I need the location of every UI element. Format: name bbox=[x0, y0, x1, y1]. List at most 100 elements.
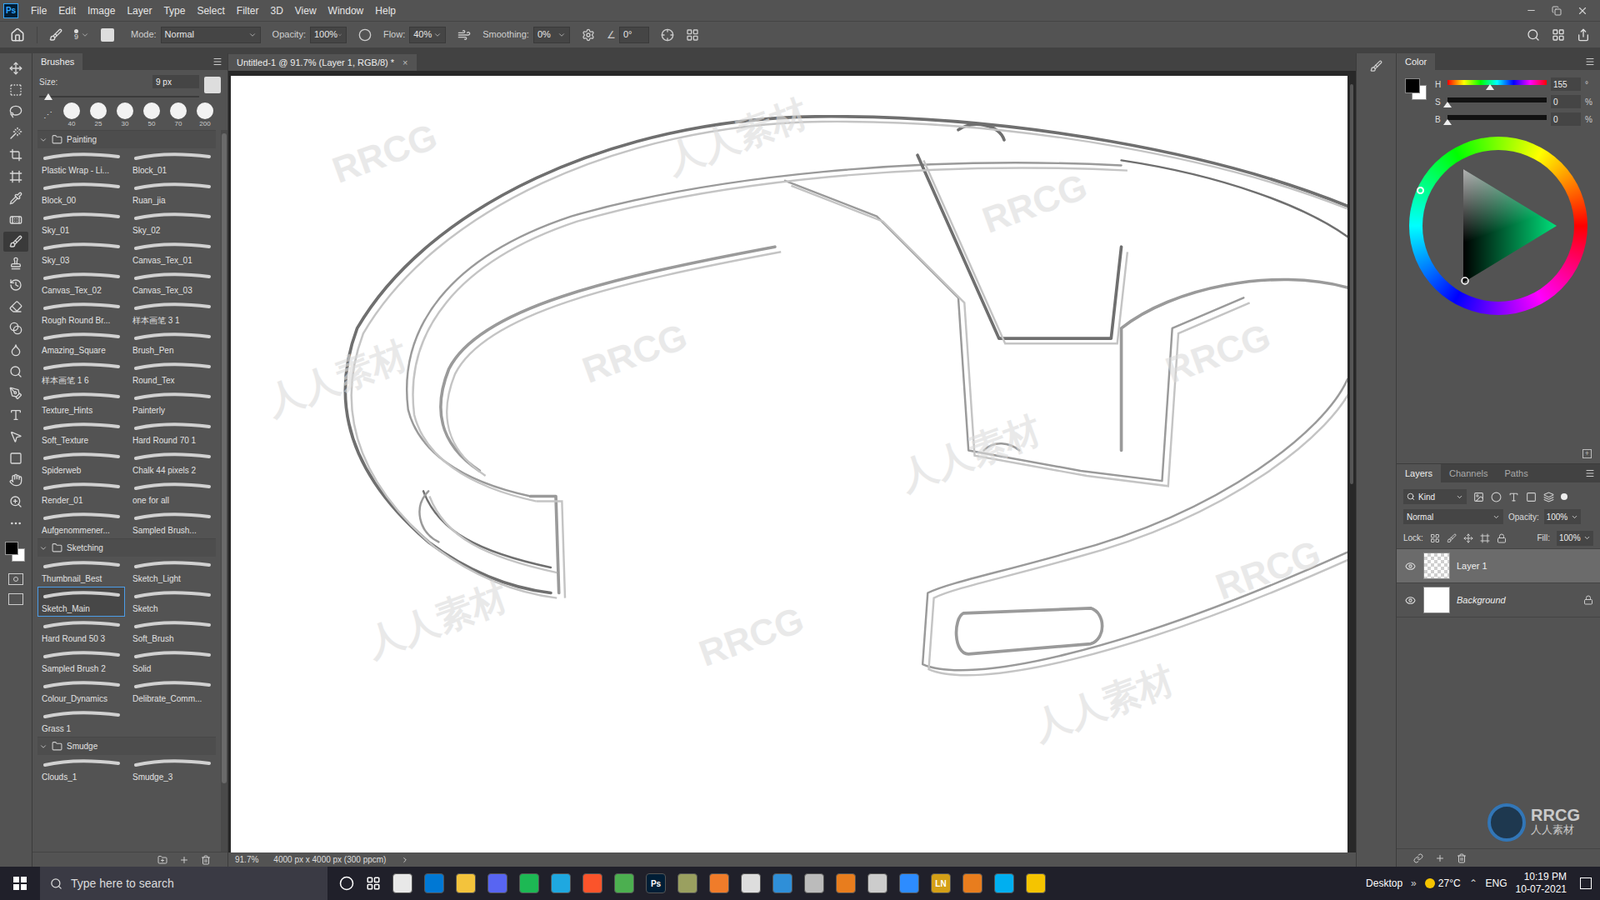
taskbar-app[interactable] bbox=[582, 873, 603, 894]
color-swatches[interactable] bbox=[1403, 76, 1429, 102]
brush-preset[interactable]: Solid bbox=[128, 646, 216, 677]
pressure-size-icon[interactable] bbox=[660, 28, 675, 42]
panel-menu-icon[interactable] bbox=[1585, 468, 1595, 479]
smart-filter-icon[interactable] bbox=[1543, 491, 1555, 503]
color-swatches[interactable] bbox=[3, 540, 29, 565]
menu-item[interactable]: View bbox=[289, 3, 323, 19]
taskbar-app[interactable] bbox=[519, 873, 540, 894]
shape-filter-icon[interactable] bbox=[1525, 491, 1537, 503]
brush-preset[interactable]: Sky_01 bbox=[37, 208, 125, 239]
brushes-tab[interactable]: Brushes bbox=[32, 53, 83, 70]
search-icon[interactable] bbox=[1526, 28, 1540, 42]
taskbar-app[interactable]: LN bbox=[930, 873, 951, 894]
layer-row[interactable]: Background bbox=[1396, 583, 1600, 618]
taskbar-app[interactable] bbox=[804, 873, 825, 894]
marquee-tool[interactable] bbox=[3, 80, 29, 100]
layer-row[interactable]: Layer 1 bbox=[1396, 549, 1600, 584]
brush-preset[interactable]: Soft_Texture bbox=[37, 418, 125, 449]
type-tool[interactable] bbox=[3, 405, 29, 425]
healing-tool[interactable] bbox=[3, 210, 29, 230]
close-tab[interactable]: × bbox=[402, 55, 408, 70]
size-field[interactable]: 9 px bbox=[152, 75, 200, 89]
brush-preset[interactable]: Aufgenommener... bbox=[37, 508, 125, 539]
hand-tool[interactable] bbox=[3, 470, 29, 490]
eyedropper-tool[interactable] bbox=[3, 188, 29, 209]
size-preset[interactable]: 200 bbox=[194, 102, 216, 128]
taskbar-app[interactable] bbox=[709, 873, 730, 894]
brush-preset[interactable]: Delibrate_Comm... bbox=[128, 676, 216, 707]
flow-field[interactable]: Flow:40% bbox=[383, 26, 446, 44]
eraser-tool[interactable] bbox=[3, 296, 29, 317]
size-slider[interactable] bbox=[39, 93, 200, 100]
color-slider[interactable] bbox=[1447, 95, 1547, 108]
frame-tool[interactable] bbox=[3, 166, 29, 187]
size-preset[interactable]: 25 bbox=[87, 102, 110, 128]
brush-preset[interactable]: Soft_Brush bbox=[128, 616, 216, 647]
brush-preset[interactable]: Clouds_1 bbox=[37, 755, 125, 785]
quick-mask-icon[interactable] bbox=[8, 573, 24, 585]
brush-preset[interactable]: Sketch_Light bbox=[128, 556, 216, 587]
taskbar-app[interactable] bbox=[614, 873, 635, 894]
scrollbar[interactable] bbox=[220, 130, 228, 852]
stamp-tool[interactable] bbox=[3, 253, 29, 274]
layers-tab[interactable]: Channels bbox=[1440, 464, 1496, 483]
menu-item[interactable]: Select bbox=[190, 3, 230, 19]
zoom-tool[interactable] bbox=[3, 491, 29, 512]
share-icon[interactable] bbox=[1576, 28, 1590, 42]
size-preset[interactable]: 50 bbox=[140, 102, 163, 128]
taskbar-app[interactable] bbox=[424, 873, 445, 894]
brush-preset[interactable]: Hard Round 70 1 bbox=[128, 418, 216, 449]
path-select-tool[interactable] bbox=[3, 426, 29, 447]
lock-transparency-icon[interactable] bbox=[1430, 533, 1440, 544]
desktop-toolbar[interactable]: Desktop bbox=[1365, 875, 1403, 891]
brush-group-header[interactable]: Painting bbox=[37, 130, 216, 149]
brush-preset[interactable]: Sampled Brush... bbox=[128, 508, 216, 539]
color-wheel[interactable] bbox=[1409, 136, 1588, 315]
size-preset[interactable]: 70 bbox=[167, 102, 190, 128]
brush-preset[interactable]: Colour_Dynamics bbox=[37, 676, 125, 707]
trash-icon[interactable] bbox=[1456, 853, 1467, 864]
lasso-tool[interactable] bbox=[3, 101, 29, 122]
menu-item[interactable]: Filter bbox=[230, 3, 265, 19]
brush-group-header[interactable]: Sketching bbox=[37, 538, 216, 557]
taskbar-app[interactable] bbox=[740, 873, 761, 894]
dodge-tool[interactable] bbox=[3, 361, 29, 382]
start-button[interactable] bbox=[0, 866, 40, 900]
workspace-icon[interactable] bbox=[1551, 28, 1565, 42]
taskbar-app[interactable] bbox=[455, 873, 476, 894]
symmetry-icon[interactable] bbox=[685, 28, 700, 42]
color-slider[interactable] bbox=[1447, 113, 1547, 125]
menu-item[interactable]: Type bbox=[157, 3, 191, 19]
menu-item[interactable]: Help bbox=[369, 3, 402, 19]
task-view-icon[interactable] bbox=[365, 875, 381, 891]
smoothing-field[interactable]: Smoothing:0% bbox=[482, 26, 570, 44]
color-value[interactable]: 155 bbox=[1550, 77, 1581, 91]
taskbar-app[interactable] bbox=[962, 873, 983, 894]
history-brush-tool[interactable] bbox=[3, 275, 29, 295]
brush-preset[interactable]: Render_01 bbox=[37, 478, 125, 509]
taskbar-app[interactable]: Ps bbox=[645, 873, 666, 894]
taskbar-search[interactable]: Type here to search bbox=[40, 866, 328, 900]
color-slider[interactable] bbox=[1447, 78, 1547, 90]
notifications-icon[interactable] bbox=[1580, 877, 1592, 890]
lock-pixels-icon[interactable] bbox=[1446, 533, 1457, 544]
brush-preset[interactable]: Chalk 44 pixels 2 bbox=[128, 448, 216, 479]
brush-size-picker[interactable]: 9 bbox=[74, 29, 90, 41]
mode-field[interactable]: Mode:Normal bbox=[130, 26, 261, 44]
brush-preset[interactable]: 样本画笔 3 1 bbox=[128, 298, 216, 329]
taskbar-app[interactable] bbox=[994, 873, 1015, 894]
pressure-opacity-icon[interactable] bbox=[358, 28, 372, 42]
type-filter-icon[interactable] bbox=[1508, 491, 1520, 503]
new-brush-icon[interactable] bbox=[179, 855, 190, 865]
brush-preset[interactable]: Smudge_3 bbox=[128, 755, 216, 785]
menu-item[interactable]: Image bbox=[81, 3, 121, 19]
menu-item[interactable]: Layer bbox=[120, 3, 158, 19]
weather[interactable]: 27°C bbox=[1425, 875, 1461, 891]
color-tab[interactable]: Color bbox=[1396, 53, 1435, 70]
menu-item[interactable]: Window bbox=[322, 3, 370, 19]
gear-icon[interactable] bbox=[581, 28, 595, 42]
crop-tool[interactable] bbox=[3, 145, 29, 165]
move-tool[interactable] bbox=[3, 58, 29, 79]
brush-preset[interactable]: Sky_02 bbox=[128, 208, 216, 239]
lock-artboard-icon[interactable] bbox=[1480, 533, 1490, 544]
